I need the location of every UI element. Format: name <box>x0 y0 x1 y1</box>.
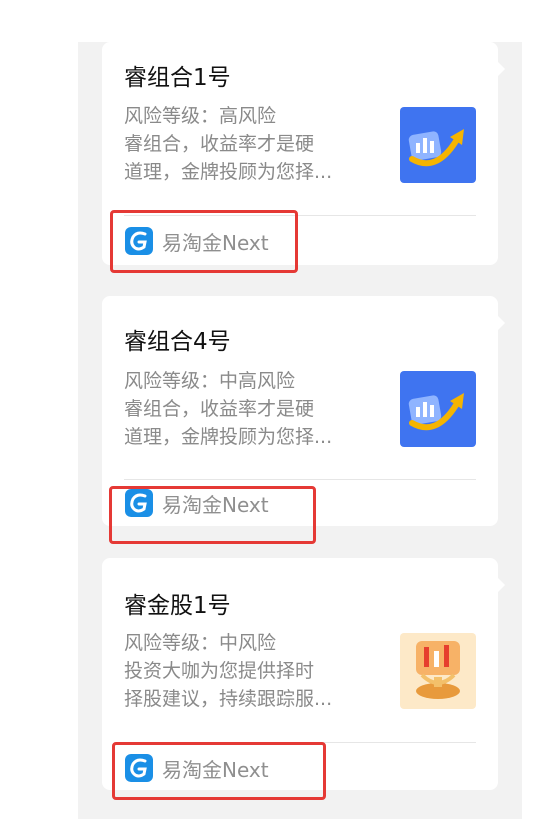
card-tail <box>498 62 505 76</box>
risk-level-text: 风险等级：中风险 <box>124 632 277 654</box>
description-line: 择股建议，持续跟踪服... <box>124 688 333 710</box>
chart-arrow-icon <box>400 371 476 447</box>
card-tail <box>498 316 505 330</box>
card-description: 风险等级：中高风险 睿组合，收益率才是硬 道理，金牌投顾为您择... <box>124 367 374 451</box>
candlestick-trophy-icon <box>400 633 476 709</box>
chart-arrow-icon <box>400 107 476 183</box>
description-line: 道理，金牌投顾为您择... <box>124 426 333 448</box>
card-title: 睿组合1号 <box>124 65 231 91</box>
card-title: 睿组合4号 <box>124 329 231 355</box>
description-line: 道理，金牌投顾为您择... <box>124 161 333 183</box>
description-line: 投资大咖为您提供择时 <box>124 660 315 682</box>
card-tail <box>498 578 505 592</box>
risk-level-text: 风险等级：高风险 <box>124 105 277 127</box>
highlight-box <box>110 210 298 273</box>
card-title: 睿金股1号 <box>124 593 231 619</box>
highlight-box <box>112 742 326 800</box>
risk-level-text: 风险等级：中高风险 <box>124 370 296 392</box>
description-line: 睿组合，收益率才是硬 <box>124 133 315 155</box>
card-description: 风险等级：中风险 投资大咖为您提供择时 择股建议，持续跟踪服... <box>124 629 374 713</box>
divider <box>124 479 476 480</box>
card-description: 风险等级：高风险 睿组合，收益率才是硬 道理，金牌投顾为您择... <box>124 102 374 186</box>
highlight-box <box>109 486 316 544</box>
description-line: 睿组合，收益率才是硬 <box>124 398 315 420</box>
